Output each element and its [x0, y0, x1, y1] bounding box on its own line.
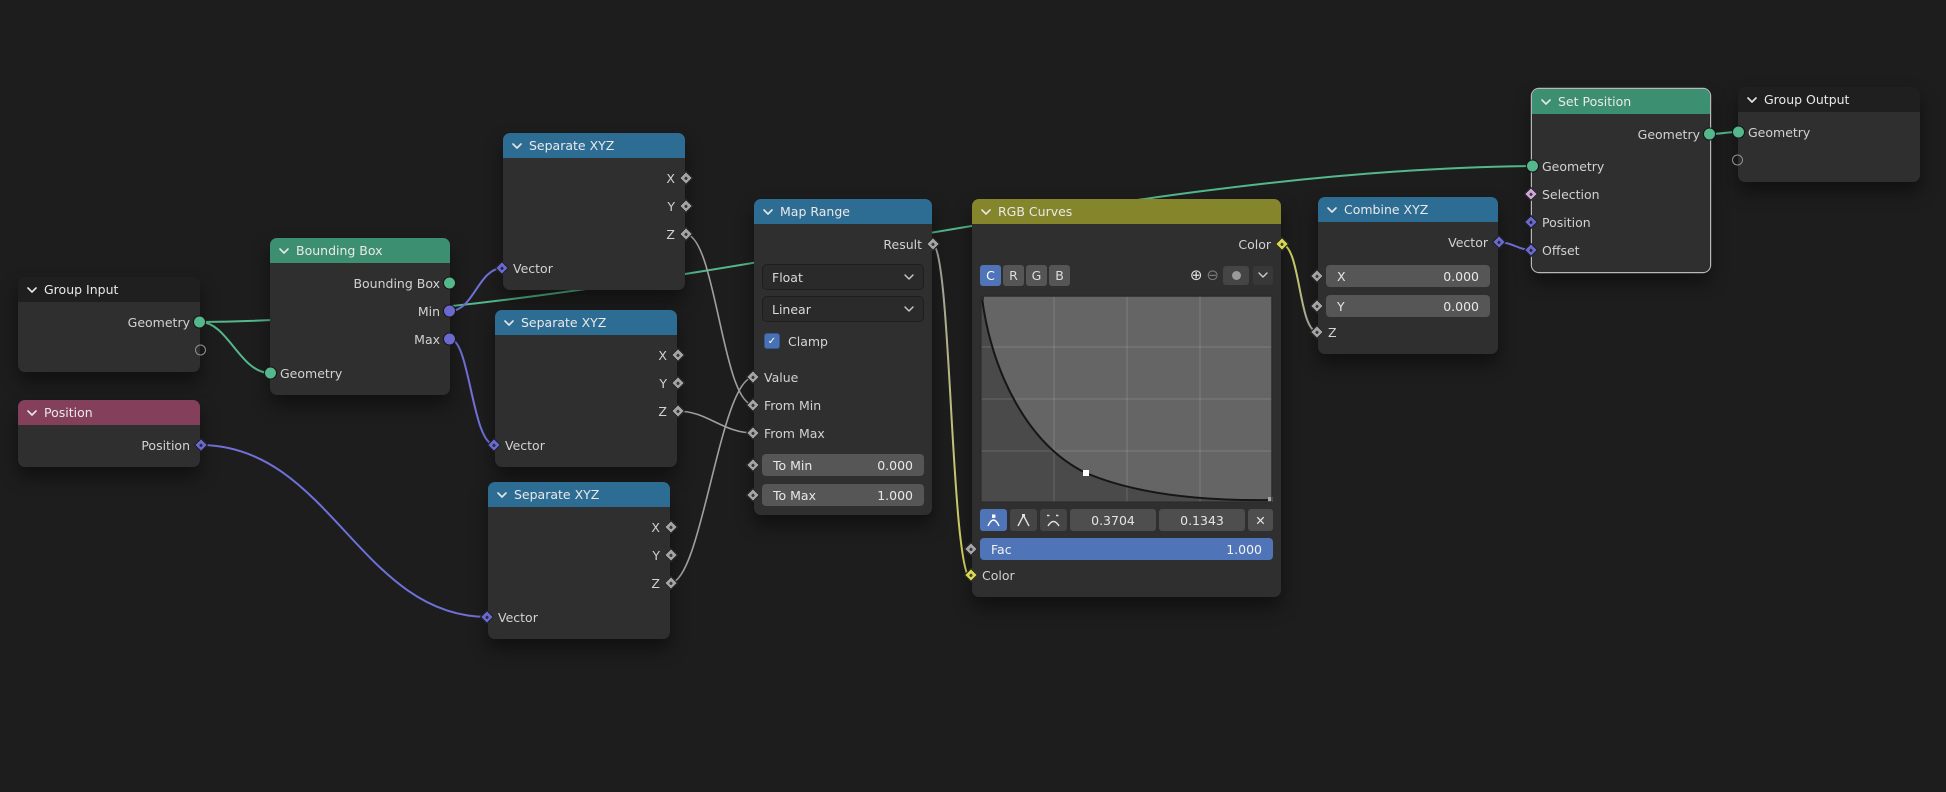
curve-options-button[interactable]	[1253, 266, 1273, 285]
node-position[interactable]: Position Position	[18, 400, 200, 467]
node-header[interactable]: Separate XYZ	[488, 482, 670, 507]
node-separate-xyz-3[interactable]: Separate XYZ X Y Z Vector	[488, 482, 670, 639]
node-editor-canvas[interactable]: Group Input Geometry Position Position	[0, 0, 1946, 792]
checkbox-checked-icon[interactable]: ✓	[764, 333, 780, 349]
chevron-down-icon[interactable]	[497, 491, 507, 499]
link-position-separate3[interactable]	[200, 445, 488, 617]
x-field[interactable]: X 0.000	[1326, 265, 1490, 287]
chevron-down-icon[interactable]	[763, 208, 773, 216]
virtual-output-row	[18, 336, 200, 364]
chevron-down-icon[interactable]	[1747, 96, 1757, 104]
node-title: Separate XYZ	[529, 138, 614, 153]
node-title: Group Input	[44, 282, 118, 297]
node-title: Set Position	[1558, 94, 1631, 109]
node-group-input[interactable]: Group Input Geometry	[18, 277, 200, 372]
zoom-out-icon[interactable]: ⊖	[1206, 268, 1219, 283]
to-max-field[interactable]: To Max 1.000	[762, 484, 924, 506]
node-title: Bounding Box	[296, 243, 383, 258]
clamp-checkbox-row[interactable]: ✓ Clamp	[764, 331, 922, 351]
channel-c-button[interactable]: C	[980, 265, 1001, 286]
output-row-geometry: Geometry	[18, 308, 200, 336]
node-title: Combine XYZ	[1344, 202, 1428, 217]
chevron-down-icon[interactable]	[981, 208, 991, 216]
geometry-output-socket[interactable]	[193, 316, 206, 329]
point-x-field[interactable]: 0.3704	[1070, 509, 1156, 531]
handle-auto-button[interactable]	[980, 509, 1007, 531]
node-title: Group Output	[1764, 92, 1849, 107]
channel-b-button[interactable]: B	[1049, 265, 1070, 286]
chevron-down-icon[interactable]	[279, 247, 289, 255]
node-map-range[interactable]: Map Range Result Float Linear ✓ Clamp Va…	[754, 199, 932, 515]
min-output-socket[interactable]	[443, 305, 456, 318]
node-rgb-curves[interactable]: RGB Curves Color C R G B ⊕ ⊖	[972, 199, 1281, 597]
chevron-down-icon[interactable]	[1327, 206, 1337, 214]
chevron-down-icon	[904, 305, 914, 313]
curve-selected-point[interactable]	[1083, 470, 1089, 476]
zoom-in-icon[interactable]: ⊕	[1190, 268, 1203, 283]
chevron-down-icon[interactable]	[27, 409, 37, 417]
to-min-field[interactable]: To Min 0.000	[762, 454, 924, 476]
chevron-down-icon[interactable]	[1541, 98, 1551, 106]
clipping-options-button[interactable]	[1223, 266, 1249, 285]
link-groupinput-boundingbox[interactable]	[200, 322, 270, 373]
chevron-down-icon	[904, 273, 914, 281]
curve-editor[interactable]	[980, 295, 1273, 503]
node-header[interactable]: Group Input	[18, 277, 200, 302]
auto-clamped-handle-icon	[1046, 514, 1061, 527]
handle-auto-clamped-button[interactable]	[1040, 509, 1067, 531]
node-header[interactable]: Separate XYZ	[503, 133, 685, 158]
node-header[interactable]: RGB Curves	[972, 199, 1281, 224]
node-title: RGB Curves	[998, 204, 1072, 219]
node-title: Separate XYZ	[514, 487, 599, 502]
link-separate2z-frommax[interactable]	[677, 411, 754, 433]
channel-selector: C R G B ⊕ ⊖	[980, 264, 1273, 286]
channel-g-button[interactable]: G	[1026, 265, 1047, 286]
node-separate-xyz-2[interactable]: Separate XYZ X Y Z Vector	[495, 310, 677, 467]
node-header[interactable]: Separate XYZ	[495, 310, 677, 335]
node-header[interactable]: Position	[18, 400, 200, 425]
node-header[interactable]: Map Range	[754, 199, 932, 224]
delete-point-button[interactable]: ✕	[1248, 509, 1273, 531]
node-title: Position	[44, 405, 93, 420]
node-bounding-box[interactable]: Bounding Box Bounding Box Min Max Geomet…	[270, 238, 450, 395]
y-field[interactable]: Y 0.000	[1326, 295, 1490, 317]
node-set-position[interactable]: Set Position Geometry Geometry Selection…	[1532, 89, 1710, 272]
link-max-separate2[interactable]	[450, 339, 495, 445]
handle-vector-button[interactable]	[1010, 509, 1037, 531]
node-title: Separate XYZ	[521, 315, 606, 330]
channel-r-button[interactable]: R	[1003, 265, 1024, 286]
boundingbox-output-socket[interactable]	[443, 277, 456, 290]
chevron-down-icon[interactable]	[27, 286, 37, 294]
virtual-socket[interactable]	[1732, 155, 1743, 166]
link-result-curvescolor[interactable]	[932, 244, 972, 580]
geometry-output-socket[interactable]	[1703, 128, 1716, 141]
max-output-socket[interactable]	[443, 333, 456, 346]
chevron-down-icon[interactable]	[512, 142, 522, 150]
point-y-field[interactable]: 0.1343	[1159, 509, 1245, 531]
link-separate1z-frommin[interactable]	[685, 234, 754, 405]
output-row-position: Position	[18, 431, 200, 459]
auto-handle-icon	[986, 514, 1001, 527]
chevron-down-icon[interactable]	[504, 319, 514, 327]
curve-toolbar: 0.3704 0.1343 ✕	[980, 509, 1273, 531]
geometry-input-socket[interactable]	[1732, 126, 1745, 139]
node-header[interactable]: Group Output	[1738, 87, 1920, 112]
geometry-input-socket[interactable]	[1526, 160, 1539, 173]
virtual-socket[interactable]	[195, 345, 206, 356]
node-separate-xyz-1[interactable]: Separate XYZ X Y Z Vector	[503, 133, 685, 290]
node-header[interactable]: Set Position	[1532, 89, 1710, 114]
node-title: Map Range	[780, 204, 850, 219]
interpolation-dropdown[interactable]: Linear	[762, 296, 924, 322]
node-header[interactable]: Bounding Box	[270, 238, 450, 263]
data-type-dropdown[interactable]: Float	[762, 264, 924, 290]
node-combine-xyz[interactable]: Combine XYZ Vector X 0.000 Y 0.000 Z	[1318, 197, 1498, 354]
node-group-output[interactable]: Group Output Geometry	[1738, 87, 1920, 182]
vector-handle-icon	[1016, 514, 1031, 527]
fac-slider[interactable]: Fac 1.000	[980, 538, 1273, 560]
link-curvescolor-combinez[interactable]	[1281, 244, 1318, 332]
node-header[interactable]: Combine XYZ	[1318, 197, 1498, 222]
chevron-down-icon	[1258, 271, 1268, 279]
curve-plot	[980, 295, 1273, 503]
geometry-input-socket[interactable]	[264, 367, 277, 380]
